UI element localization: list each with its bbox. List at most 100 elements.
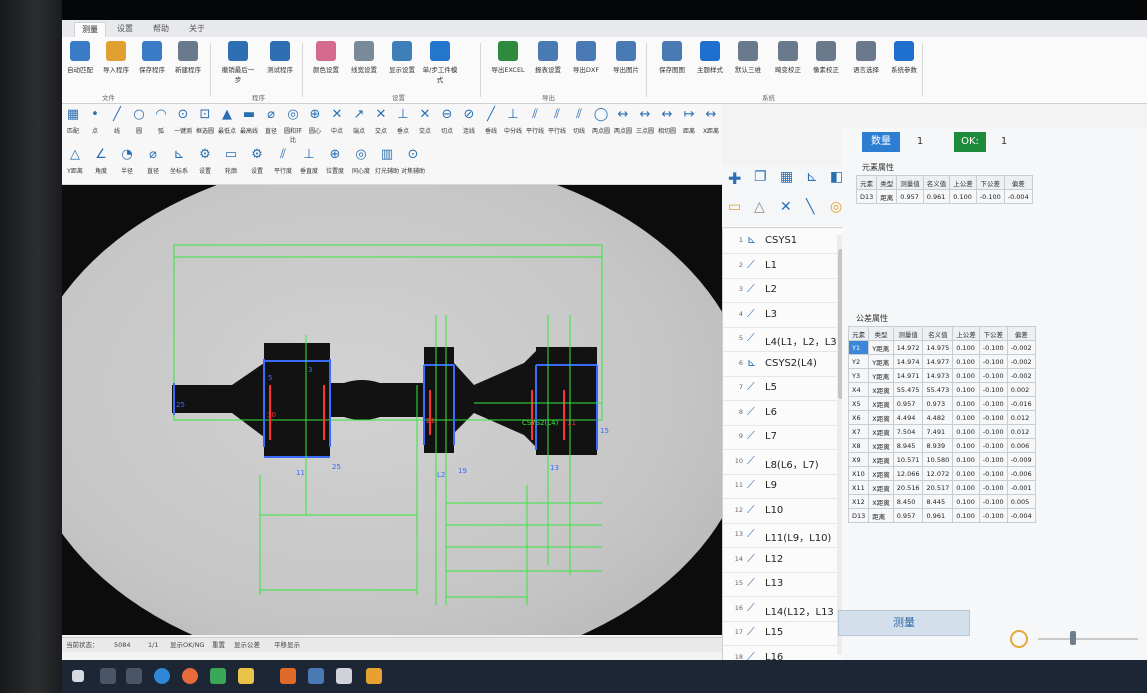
store-icon[interactable]: [366, 668, 382, 684]
tool-button[interactable]: • 点: [84, 107, 106, 135]
ribbon-button[interactable]: 单/步工件模式: [422, 41, 458, 84]
tool-button[interactable]: ╱ 线: [106, 107, 128, 135]
tool-button[interactable]: ⊕ 位置度: [322, 147, 348, 175]
status-reset[interactable]: 重置: [212, 638, 225, 652]
tool-button[interactable]: ⊡ 框选圆: [194, 107, 216, 135]
tab-settings[interactable]: 设置: [110, 22, 140, 36]
tool-button[interactable]: ✕ 中点: [326, 107, 348, 135]
tab-measure[interactable]: 测量: [74, 22, 106, 37]
tool-button[interactable]: ↗ 端点: [348, 107, 370, 135]
list-item[interactable]: 1 ⊾ CSYS1: [723, 229, 839, 254]
table-row[interactable]: Y3 Y距离 14.971 14.973 0.100 -0.100 -0.002: [847, 368, 1036, 383]
tool-button[interactable]: ⊙ 一键测: [172, 107, 194, 135]
wechat-icon[interactable]: [210, 668, 226, 684]
list-item[interactable]: 10 ⟋ L8(L6，L7): [723, 450, 839, 475]
tool-button[interactable]: ○ 圆: [128, 107, 150, 135]
list-item[interactable]: 3 ⟋ L2: [723, 278, 839, 303]
table-row[interactable]: X7 X距离 7.504 7.491 0.100 -0.100 0.012: [847, 424, 1036, 439]
table-row[interactable]: D13 距离 0.957 0.961 0.100 -0.100 -0.004: [847, 508, 1036, 523]
table-row[interactable]: X12 X距离 8.450 8.445 0.100 -0.100 0.005: [847, 494, 1036, 509]
ribbon-button[interactable]: 颜色设置: [308, 41, 344, 74]
table-row[interactable]: X4 X距离 55.475 55.473 0.100 -0.100 0.002: [847, 382, 1036, 397]
ribbon-button[interactable]: 系统参数: [886, 41, 922, 74]
ribbon-button[interactable]: 主题样式: [692, 41, 728, 74]
ribbon-button[interactable]: 显示设置: [384, 41, 420, 74]
move-icon[interactable]: ✚: [728, 169, 741, 188]
tool-button[interactable]: ↔ 三点圆: [634, 107, 656, 135]
tool-button[interactable]: ⫽ 切线: [568, 107, 590, 135]
table-row[interactable]: X6 X距离 4.494 4.482 0.100 -0.100 0.012: [847, 410, 1036, 425]
grid-icon[interactable]: ▦: [780, 169, 793, 185]
ribbon-button[interactable]: 新建程序: [170, 41, 206, 74]
brightness-slider[interactable]: [1038, 638, 1138, 640]
ribbon-button[interactable]: 保存图图: [654, 41, 690, 74]
tool-button[interactable]: ▥ 灯光辅助: [374, 147, 400, 175]
list-item[interactable]: 4 ⟋ L3: [723, 303, 839, 328]
brightness-icon[interactable]: [1010, 630, 1028, 648]
ribbon-button[interactable]: 导出EXCEL: [490, 41, 526, 74]
tab-about[interactable]: 关于: [182, 22, 212, 36]
list-item[interactable]: 12 ⟋ L10: [723, 499, 839, 524]
tool-button[interactable]: ▦ 匹配: [62, 107, 84, 135]
list-item[interactable]: 8 ⟋ L6: [723, 401, 839, 426]
list-item[interactable]: 14 ⟋ L12: [723, 548, 839, 573]
tool-button[interactable]: ↦ 距离: [678, 107, 700, 135]
tool-button[interactable]: ↔ 相切圆: [656, 107, 678, 135]
tool-button[interactable]: ⊘ 连线: [458, 107, 480, 135]
measure-app-icon[interactable]: [336, 668, 352, 684]
explorer-icon[interactable]: [238, 668, 254, 684]
ribbon-button[interactable]: 撤销最后一步: [220, 41, 256, 84]
tool-button[interactable]: ∠ 角度: [88, 147, 114, 175]
triangle-icon[interactable]: △: [754, 199, 765, 215]
ribbon-button[interactable]: 默认三维: [730, 41, 766, 74]
list-item[interactable]: 18 ⟋ L16: [723, 646, 839, 661]
ribbon-button[interactable]: 畸变校正: [770, 41, 806, 74]
tool-button[interactable]: ◔ 半径: [114, 147, 140, 175]
table-row[interactable]: X5 X距离 0.957 0.973 0.100 -0.100 -0.016: [847, 396, 1036, 411]
edge-browser-icon[interactable]: [154, 668, 170, 684]
axis-icon[interactable]: ⊾: [806, 169, 818, 185]
measure-button[interactable]: 测量: [838, 610, 970, 636]
table-row[interactable]: Y1 Y距离 14.972 14.975 0.100 -0.100 -0.002: [847, 340, 1036, 355]
ribbon-button[interactable]: 测试程序: [262, 41, 298, 74]
tab-help[interactable]: 帮助: [146, 22, 176, 36]
tool-button[interactable]: ◎ 圆和环比: [282, 107, 304, 144]
tool-button[interactable]: ⫽ 平行线: [524, 107, 546, 135]
ribbon-button[interactable]: 保存程序: [134, 41, 170, 74]
tool-button[interactable]: ◎ 同心度: [348, 147, 374, 175]
search-icon[interactable]: [100, 668, 116, 684]
tool-button[interactable]: ⌀ 直径: [140, 147, 166, 175]
ribbon-button[interactable]: 导出DXF: [568, 41, 604, 74]
ribbon-button[interactable]: 语言选择: [848, 41, 884, 74]
taskview-icon[interactable]: [126, 668, 142, 684]
list-item[interactable]: 16 ⟋ L14(L12，L13: [723, 597, 839, 622]
line-icon[interactable]: ╲: [806, 199, 814, 215]
copy-icon[interactable]: ❐: [754, 169, 767, 185]
list-item[interactable]: 9 ⟋ L7: [723, 425, 839, 450]
ruler-icon[interactable]: ▭: [728, 199, 741, 215]
ribbon-button[interactable]: 线宽设置: [346, 41, 382, 74]
tool-button[interactable]: ✕ 交点: [414, 107, 436, 135]
table-row[interactable]: Y2 Y距离 14.974 14.977 0.100 -0.100 -0.002: [847, 354, 1036, 369]
list-item[interactable]: 11 ⟋ L9: [723, 474, 839, 499]
table-row[interactable]: X8 X距离 8.945 8.939 0.100 -0.100 0.006: [847, 438, 1036, 453]
tool-button[interactable]: ⊾ 坐标系: [166, 147, 192, 175]
ribbon-button[interactable]: 自动匹配: [62, 41, 98, 74]
tool-button[interactable]: ◯ 两点圆: [590, 107, 612, 135]
start-icon[interactable]: [72, 670, 84, 682]
table-row[interactable]: X9 X距离 10.571 10.580 0.100 -0.100 -0.009: [847, 452, 1036, 467]
tool-button[interactable]: ▬ 最高线: [238, 107, 260, 135]
table-row[interactable]: X10 X距离 12.066 12.072 0.100 -0.100 -0.006: [847, 466, 1036, 481]
tool-button[interactable]: ⌀ 直径: [260, 107, 282, 135]
ribbon-button[interactable]: 像素校正: [808, 41, 844, 74]
tool-button[interactable]: ╱ 垂线: [480, 107, 502, 135]
list-item[interactable]: 7 ⟋ L5: [723, 376, 839, 401]
tool-button[interactable]: ⚙ 设置: [244, 147, 270, 175]
ribbon-button[interactable]: 报表设置: [530, 41, 566, 74]
table-row[interactable]: D13 距离 0.957 0.961 0.100 -0.100 -0.004: [855, 189, 1033, 204]
table-row[interactable]: X11 X距离 20.516 20.517 0.100 -0.100 -0.001: [847, 480, 1036, 495]
list-item[interactable]: 2 ⟋ L1: [723, 254, 839, 279]
app-icon[interactable]: [280, 668, 296, 684]
tool-button[interactable]: ⊥ 中分线: [502, 107, 524, 135]
status-show-tolerance[interactable]: 显示公差: [234, 638, 260, 652]
